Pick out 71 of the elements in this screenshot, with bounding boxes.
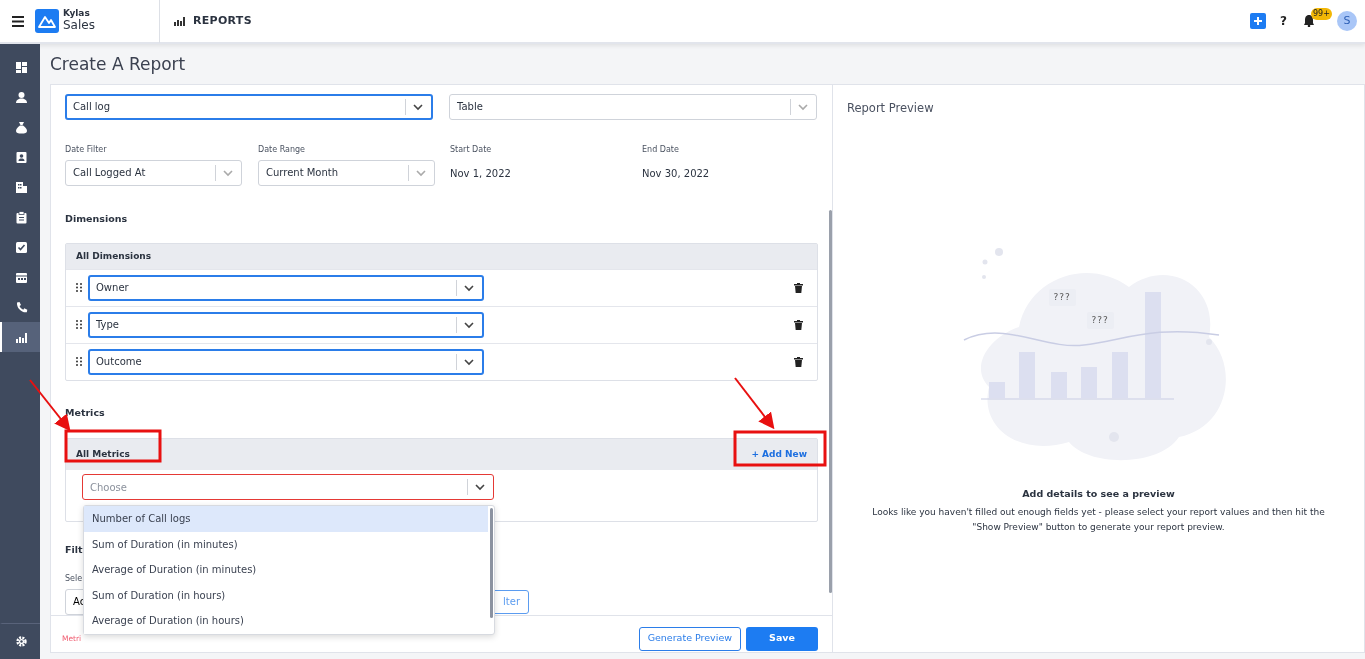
panel-title: Report Preview: [847, 99, 934, 117]
date-value: Nov 1, 2022: [450, 166, 512, 181]
section-heading: Dimensions: [65, 211, 129, 226]
report-type-select[interactable]: Table: [449, 93, 817, 120]
trash-icon[interactable]: [794, 282, 803, 293]
field-label: Start Date: [450, 143, 493, 156]
report-chart-icon: [14, 330, 28, 344]
chevron-icon: [412, 101, 424, 112]
add-new-button[interactable]: + Add New: [741, 447, 817, 462]
dropdown-option[interactable]: Number of Call logs: [84, 506, 488, 532]
calendar-icon: [14, 270, 28, 284]
decoration-dot: [994, 247, 1003, 256]
table-header: All Dimensions: [76, 249, 152, 263]
notification-badge: 99+: [1311, 7, 1332, 20]
money-bag-icon: [14, 120, 28, 134]
chevron-icon: [797, 101, 809, 112]
chevron-icon: [463, 356, 475, 367]
checkbox-icon: [14, 240, 28, 254]
report-chart-icon: [174, 16, 185, 26]
user-icon: [14, 90, 28, 104]
field-label: Sele: [65, 573, 83, 583]
date-select[interactable]: Call Logged At: [65, 159, 242, 186]
module-title: REPORTS: [193, 12, 253, 29]
chevron-icon: [463, 282, 475, 293]
page-title: Create A Report: [50, 53, 187, 76]
drag-handle-icon[interactable]: [76, 283, 82, 293]
sidebar-item[interactable]: [0, 322, 40, 352]
date-value: Nov 30, 2022: [642, 166, 711, 181]
dimension-select[interactable]: Outcome: [88, 348, 484, 375]
contact-card-icon: [14, 150, 28, 164]
dimension-select[interactable]: Owner: [88, 274, 484, 301]
clipboard-icon: [14, 210, 28, 224]
building-icon: [14, 180, 28, 194]
help-button[interactable]: ?: [1280, 12, 1287, 30]
section-heading: Metrics: [65, 405, 106, 420]
section-heading: Filt: [65, 544, 83, 555]
save-button[interactable]: Save: [746, 626, 818, 651]
field-label: Date Range: [258, 143, 307, 156]
table-header: All Metrics: [76, 447, 130, 461]
empty-state-text: Looks like you haven't filled out enough fields yet - please select your report values and then hit the "Show Preview" button to generate your report preview.: [871, 506, 1326, 534]
field-label: End Date: [642, 143, 680, 156]
product-name: Sales: [63, 18, 96, 33]
phone-icon: [14, 300, 28, 314]
logo-icon: [35, 9, 59, 33]
date-select[interactable]: Current Month: [258, 159, 435, 186]
generate-preview-button[interactable]: Generate Preview: [638, 626, 741, 651]
annotation-arrow: [734, 377, 775, 430]
brand-name: Kylas: [63, 9, 90, 19]
menu-icon[interactable]: [12, 15, 24, 27]
dimension-select[interactable]: Type: [88, 311, 484, 338]
chevron-icon: [415, 167, 427, 178]
trash-icon[interactable]: [794, 319, 803, 330]
entity-select[interactable]: Call log: [65, 93, 433, 120]
plus-icon: [1253, 16, 1264, 26]
decoration-dot: [981, 274, 986, 279]
decoration-dot: [982, 259, 987, 265]
dashboard-icon: [14, 60, 28, 74]
field-label: Date Filter: [65, 143, 108, 156]
empty-state-title: Add details to see a preview: [1022, 486, 1175, 501]
drag-handle-icon[interactable]: [76, 357, 82, 367]
decoration-dot: [1205, 338, 1212, 345]
user-avatar[interactable]: S: [1337, 11, 1357, 31]
drag-handle-icon[interactable]: [76, 320, 82, 330]
add-button[interactable]: [1250, 13, 1267, 29]
settings-icon: [14, 635, 28, 648]
bell-icon[interactable]: [1303, 14, 1315, 28]
dropdown-option[interactable]: Average of Duration (in hours): [84, 608, 488, 634]
trash-icon[interactable]: [794, 356, 803, 367]
chevron-icon: [474, 482, 486, 492]
chevron-icon: [463, 319, 475, 330]
chevron-icon: [222, 167, 234, 178]
